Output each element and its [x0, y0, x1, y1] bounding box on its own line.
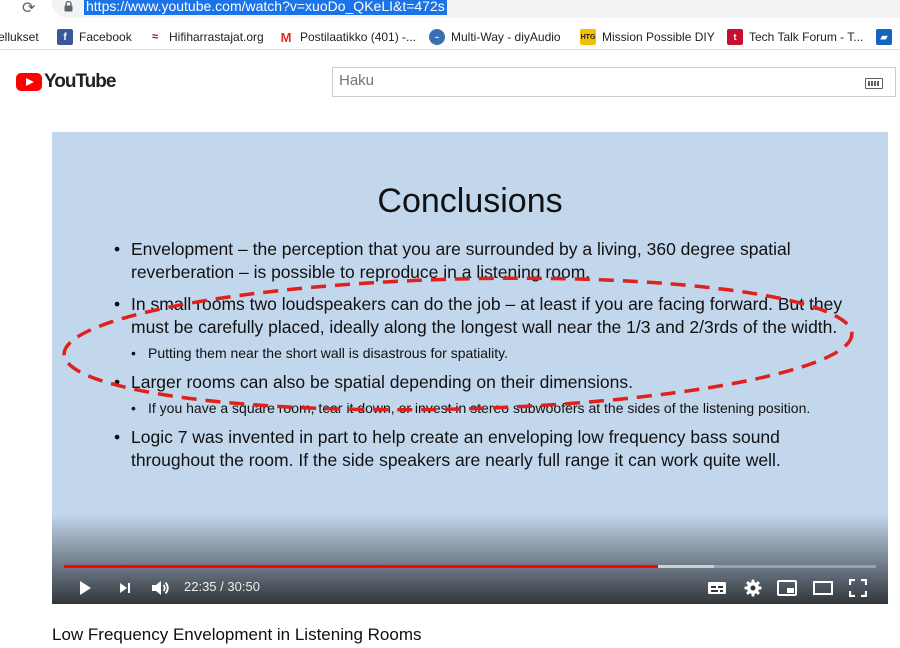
address-bar-row: ⟳ https://www.youtube.com/watch?v=xuoDo_… [0, 0, 900, 22]
reload-icon[interactable]: ⟳ [22, 0, 35, 18]
bookmarks-bar: ellukset f Facebook ≈ Hifiharrastajat.or… [0, 24, 900, 50]
url-text[interactable]: https://www.youtube.com/watch?v=xuoDo_QK… [84, 0, 447, 15]
play-button[interactable] [74, 576, 96, 600]
search-input[interactable] [339, 72, 839, 89]
gmail-icon: M [280, 29, 292, 45]
youtube-logo-icon [16, 73, 42, 91]
subtitles-button[interactable] [706, 576, 728, 600]
next-button[interactable] [114, 576, 136, 600]
slide-title: Conclusions [377, 182, 563, 220]
fullscreen-icon [849, 579, 867, 597]
chat-bubble-icon: ▰ [876, 29, 892, 45]
progress-bar[interactable] [64, 565, 876, 568]
time-display: 22:35 / 30:50 [184, 579, 260, 594]
bookmark-label: ellukset [0, 30, 39, 44]
bookmark-label: Facebook [79, 30, 132, 44]
hifi-icon: ≈ [151, 31, 159, 43]
miniplayer-icon [777, 580, 797, 596]
htg-icon: HTG [580, 29, 596, 45]
fullscreen-button[interactable] [847, 576, 869, 600]
bookmark-gmail[interactable]: M Postilaatikko (401) -... [278, 28, 416, 46]
subtitles-icon [708, 582, 726, 594]
bookmark-techtalk[interactable]: t Tech Talk Forum - T... [727, 28, 863, 46]
youtube-logo[interactable]: YouTube [16, 71, 116, 93]
lock-icon[interactable] [64, 1, 73, 12]
facebook-icon: f [57, 29, 73, 45]
slide-bullets: Envelopment – the perception that you ar… [114, 238, 854, 481]
volume-button[interactable] [148, 576, 172, 600]
search-box[interactable] [332, 67, 896, 97]
bookmark-label: Hifiharrastajat.org [169, 30, 264, 44]
slide-bullet: In small rooms two loudspeakers can do t… [114, 293, 854, 339]
bookmark-facebook[interactable]: f Facebook [57, 28, 132, 46]
bookmark-ellukset[interactable]: ellukset [0, 28, 39, 46]
slide-sub-bullet: Putting them near the short wall is disa… [131, 344, 854, 363]
skip-next-icon [120, 583, 130, 593]
duration: 30:50 [227, 579, 260, 594]
techtalk-icon: t [727, 29, 743, 45]
theater-mode-icon [813, 581, 833, 595]
bookmark-diyaudio[interactable]: ~ Multi-Way - diyAudio [429, 28, 561, 46]
keyboard-icon[interactable] [865, 78, 883, 89]
browser-window: ⟳ https://www.youtube.com/watch?v=xuoDo_… [0, 0, 900, 648]
bookmark-label: Mission Possible DIY [602, 30, 715, 44]
slide-bullet: Envelopment – the perception that you ar… [114, 238, 854, 284]
miniplayer-button[interactable] [776, 576, 798, 600]
time-separator: / [216, 579, 228, 594]
gear-icon [744, 579, 762, 597]
video-player[interactable]: Conclusions Envelopment – the perception… [52, 132, 888, 604]
youtube-header: YouTube [0, 55, 900, 111]
volume-icon [152, 581, 169, 595]
settings-button[interactable] [742, 576, 764, 600]
youtube-wordmark: YouTube [44, 71, 116, 92]
slide-sub-bullet: If you have a square room, tear it down,… [131, 399, 854, 418]
play-icon [80, 581, 91, 595]
bookmark-hifiharrastajat[interactable]: ≈ Hifiharrastajat.org [147, 28, 264, 46]
bookmark-label: Postilaatikko (401) -... [300, 30, 417, 44]
slide-bullet: Larger rooms can also be spatial dependi… [114, 371, 854, 394]
slide-bullet: Logic 7 was invented in part to help cre… [114, 426, 854, 472]
bookmark-label: Tech Talk Forum - T... [749, 30, 864, 44]
progress-played [64, 565, 659, 568]
bookmark-mission-possible[interactable]: HTG Mission Possible DIY [580, 28, 715, 46]
bookmark-label: Multi-Way - diyAudio [451, 30, 561, 44]
video-title: Low Frequency Envelopment in Listening R… [52, 625, 422, 644]
bookmark-overflow[interactable]: ▰ [876, 28, 898, 46]
diyaudio-icon: ~ [429, 29, 445, 45]
current-time: 22:35 [184, 579, 217, 594]
theater-mode-button[interactable] [811, 576, 835, 600]
